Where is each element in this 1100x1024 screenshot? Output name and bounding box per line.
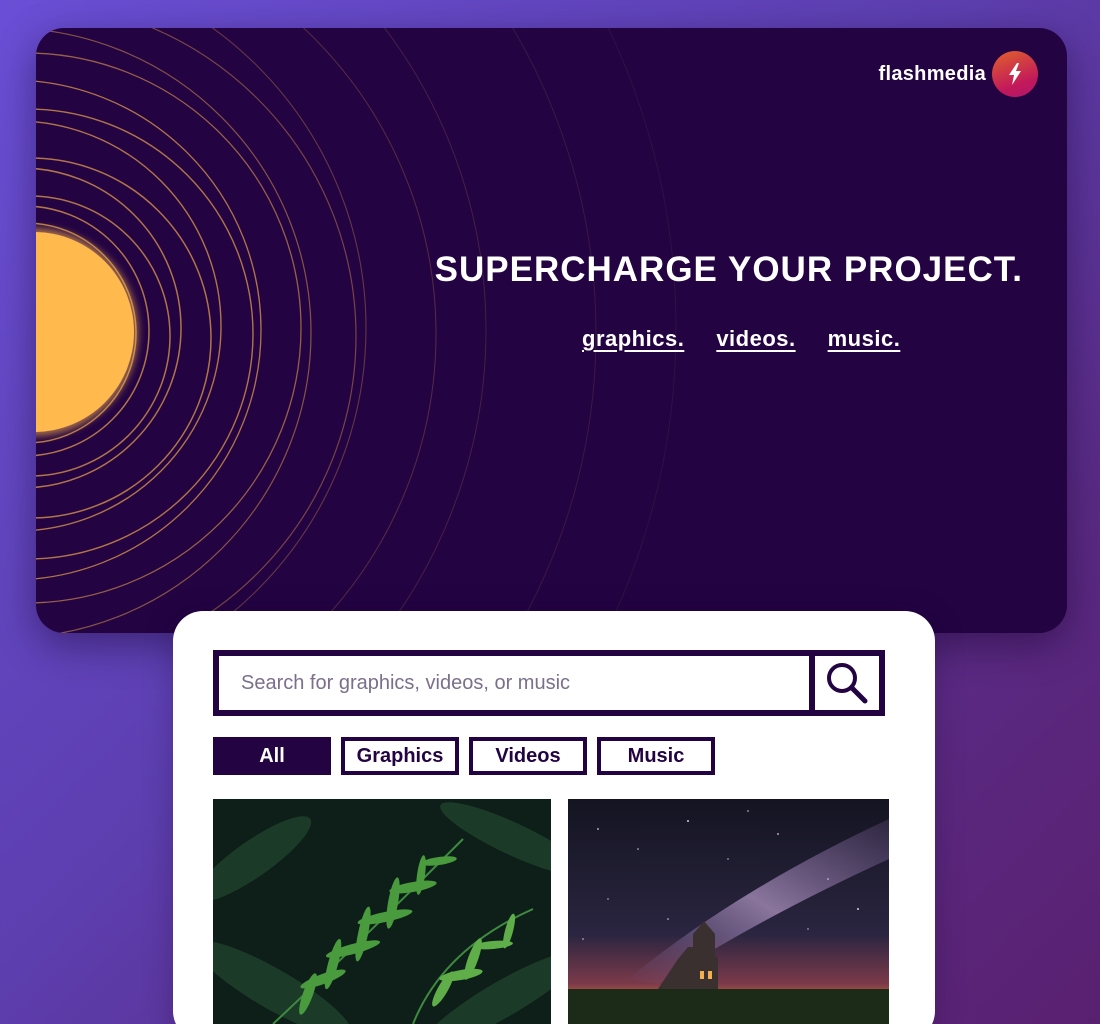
filter-all[interactable]: All [213,737,331,775]
hero-category-links: graphics. videos. music. [582,326,900,352]
search-input[interactable] [219,656,809,710]
filter-graphics[interactable]: Graphics [341,737,459,775]
result-thumbnail-night-sky[interactable] [568,799,889,1024]
search-bar [213,650,885,716]
music-link[interactable]: music. [828,326,901,352]
graphics-link[interactable]: graphics. [582,326,684,352]
brand-name: flashmedia [878,62,986,85]
lightning-bolt-icon [992,51,1038,97]
filter-tabs: All Graphics Videos Music [213,737,715,775]
filter-music[interactable]: Music [597,737,715,775]
hero-headline: SUPERCHARGE YOUR PROJECT. [434,250,1023,289]
result-thumbnail-fern[interactable] [213,799,551,1024]
search-icon [827,663,868,704]
brand[interactable]: flashmedia [879,51,1038,97]
hero-banner: flashmedia SUPERCHARGE YOUR PROJECT. gra… [36,28,1067,633]
search-panel: All Graphics Videos Music [173,611,935,1024]
filter-videos[interactable]: Videos [469,737,587,775]
search-button[interactable] [815,656,879,710]
videos-link[interactable]: videos. [716,326,795,352]
sun-rings-graphic [36,28,677,633]
